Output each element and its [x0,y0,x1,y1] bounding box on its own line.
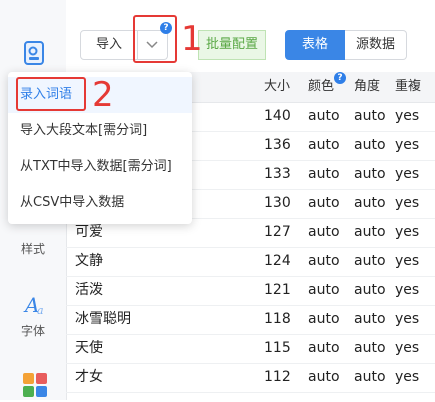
header-angle[interactable]: 角度 [354,72,380,102]
cell-size[interactable]: 112 [264,363,291,392]
color-help-badge[interactable]: ? [334,72,346,84]
cell-repeat[interactable]: yes [395,131,419,160]
cell-repeat[interactable]: yes [395,363,419,392]
table-row[interactable]: 冰雪聪明 118 auto auto yes [66,305,435,335]
table-row[interactable]: 才女 112 auto auto yes [66,363,435,393]
cell-word[interactable]: 天使 [75,334,103,363]
tab-table[interactable]: 表格 [285,30,345,60]
cell-angle[interactable]: auto [354,363,386,392]
cell-color[interactable]: auto [308,160,340,189]
cell-word[interactable]: 文静 [75,247,103,276]
cell-repeat[interactable]: yes [395,247,419,276]
cell-word[interactable]: 才女 [75,363,103,392]
cell-color[interactable]: auto [308,189,340,218]
shape-icon[interactable] [22,372,48,398]
cell-size[interactable]: 133 [264,160,291,189]
toolbar: 导入 ? 批量配置 表格 源数据 [66,0,435,72]
cell-color[interactable]: auto [308,247,340,276]
sidebar-label-font: 字体 [20,324,45,338]
cell-angle[interactable]: auto [354,131,386,160]
words-icon[interactable] [22,40,48,66]
cell-repeat[interactable]: yes [395,189,419,218]
cell-angle[interactable]: auto [354,334,386,363]
cell-repeat[interactable]: yes [395,102,419,131]
cell-color[interactable]: auto [308,218,340,247]
menu-item-import-txt[interactable]: 从TXT中导入数据[需分词] [8,149,192,185]
cell-repeat[interactable]: yes [395,276,419,305]
import-button[interactable]: 导入 [80,30,138,60]
cell-repeat[interactable]: yes [395,305,419,334]
annotation-number-2: 2 [92,75,114,115]
cell-color[interactable]: auto [308,305,340,334]
table-row[interactable]: 文静 124 auto auto yes [66,247,435,277]
cell-repeat[interactable]: yes [395,160,419,189]
cell-angle[interactable]: auto [354,305,386,334]
cell-size[interactable]: 118 [264,305,291,334]
menu-item-import-csv[interactable]: 从CSV中导入数据 [8,185,192,221]
cell-size[interactable]: 127 [264,218,291,247]
tab-source-data[interactable]: 源数据 [345,30,407,60]
cell-repeat[interactable]: yes [395,334,419,363]
annotation-number-1: 1 [181,19,203,59]
cell-size[interactable]: 124 [264,247,291,276]
header-size[interactable]: 大小 [264,72,290,102]
table-row[interactable]: 天使 115 auto auto yes [66,334,435,364]
cell-repeat[interactable]: yes [395,218,419,247]
sidebar-label-style: 样式 [20,242,45,256]
cell-word[interactable]: 活泼 [75,276,103,305]
table-row[interactable]: 活泼 121 auto auto yes [66,276,435,306]
cell-size[interactable]: 115 [264,334,291,363]
cell-color[interactable]: auto [308,102,340,131]
header-color[interactable]: 颜色 [308,72,334,102]
cell-angle[interactable]: auto [354,189,386,218]
cell-color[interactable]: auto [308,363,340,392]
annotation-box-1 [133,15,177,63]
cell-color[interactable]: auto [308,276,340,305]
batch-config-button[interactable]: 批量配置 [198,30,266,60]
cell-angle[interactable]: auto [354,276,386,305]
cell-color[interactable]: auto [308,334,340,363]
svg-text:a: a [37,304,44,317]
cell-size[interactable]: 140 [264,102,291,131]
cell-angle[interactable]: auto [354,218,386,247]
cell-color[interactable]: auto [308,131,340,160]
cell-angle[interactable]: auto [354,102,386,131]
cell-size[interactable]: 130 [264,189,291,218]
font-icon[interactable]: A a [22,292,48,318]
header-repeat[interactable]: 重複 [395,72,421,102]
cell-size[interactable]: 121 [264,276,291,305]
menu-item-import-long-text[interactable]: 导入大段文本[需分词] [8,113,192,149]
cell-size[interactable]: 136 [264,131,291,160]
cell-angle[interactable]: auto [354,160,386,189]
cell-word[interactable]: 冰雪聪明 [75,305,131,334]
annotation-box-2 [16,77,86,111]
cell-angle[interactable]: auto [354,247,386,276]
